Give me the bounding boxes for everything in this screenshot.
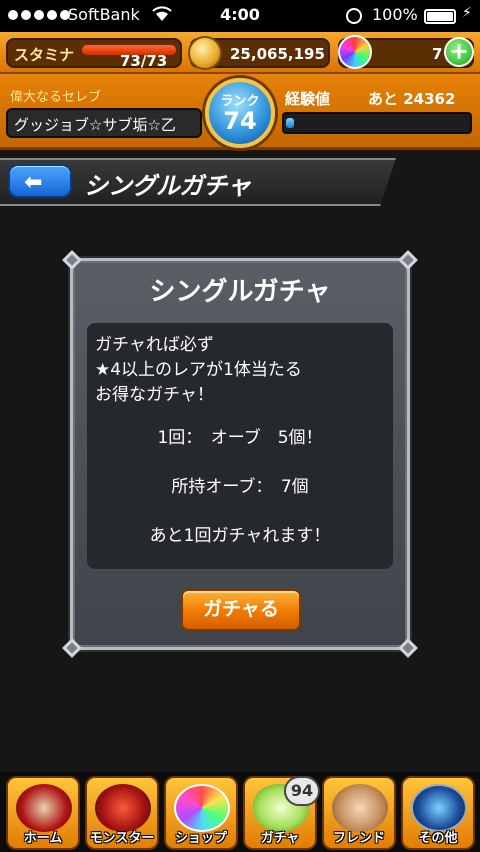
handshake-icon: [332, 784, 388, 832]
bottom-nav: ホーム モンスター ショップ ガチャ フレンド その他: [0, 772, 480, 852]
rotation-lock-icon: [346, 8, 362, 24]
exp-label: 経験値: [285, 90, 331, 108]
nav-friend[interactable]: フレンド: [322, 776, 396, 850]
resource-row: スタミナ 73/73 25,065,195 7 +: [0, 32, 480, 74]
remaining-pulls-text: あと1回ガチャれます！: [149, 526, 331, 546]
gacha-dialog: シングルガチャ ガチャれば必ず ★4以上のレアが1体当たる お得なガチャ！ 1回…: [62, 250, 418, 658]
dialog-title: シングルガチャ: [149, 277, 331, 307]
nav-label: ホーム: [23, 831, 63, 846]
exp-remaining: あと 24362: [368, 90, 456, 108]
home-icon: [16, 784, 72, 832]
description-line: ガチャれば必ず: [95, 335, 214, 355]
nav-label: ガチャ: [260, 831, 300, 846]
back-arrow-icon: ⬅: [24, 170, 43, 195]
shop-orb-icon: [174, 784, 230, 832]
battery-percent: 100%: [372, 5, 418, 24]
corner-ornament: [398, 250, 418, 270]
battery-icon: [424, 9, 456, 24]
gacha-notification-badge: 94: [284, 776, 320, 806]
nav-monster[interactable]: モンスター: [85, 776, 159, 850]
buy-orbs-button[interactable]: +: [444, 37, 474, 67]
stamina-label: スタミナ: [14, 46, 75, 64]
gacha-button[interactable]: ガチャる: [181, 589, 301, 631]
description-line: ★4以上のレアが1体当たる: [95, 360, 302, 380]
gold-coin-icon: [188, 36, 222, 70]
orb-icon: [338, 35, 372, 69]
other-icon: [411, 784, 467, 832]
rank-value: 74: [223, 107, 257, 135]
exp-bar-fill: [286, 118, 294, 128]
nav-label: フレンド: [332, 831, 385, 846]
exp-bar: [282, 112, 472, 134]
player-hud: スタミナ 73/73 25,065,195 7 + 偉大なるセレブ グッジョブ☆…: [0, 32, 480, 150]
rank-badge: ランク 74: [205, 78, 275, 148]
corner-ornament: [62, 250, 82, 270]
charging-icon: ⚡: [462, 5, 472, 21]
stamina-meter: スタミナ 73/73: [6, 38, 182, 70]
nav-other[interactable]: その他: [401, 776, 475, 850]
nav-label: ショップ: [174, 831, 227, 846]
description-line: お得なガチャ！: [95, 385, 214, 405]
nav-label: モンスター: [89, 831, 155, 846]
stamina-value: 73/73: [120, 52, 168, 70]
corner-ornament: [398, 638, 418, 658]
nav-home[interactable]: ホーム: [6, 776, 80, 850]
player-title: 偉大なるセレブ: [10, 90, 102, 105]
player-name: グッジョブ☆サブ垢☆乙: [6, 108, 202, 138]
monster-icon: [95, 784, 151, 832]
dialog-body: ガチャれば必ず ★4以上のレアが1体当たる お得なガチャ！ 1回： オーブ 5個…: [87, 323, 393, 569]
cost-text: 1回： オーブ 5個！: [157, 428, 323, 448]
gold-counter: 25,065,195: [188, 36, 330, 70]
orb-counter: 7 +: [338, 35, 474, 69]
status-bar: SoftBank 4:00 100% ⚡: [0, 0, 480, 32]
orb-value: 7: [432, 45, 443, 63]
nav-shop[interactable]: ショップ: [164, 776, 238, 850]
gold-value: 25,065,195: [230, 45, 325, 63]
corner-ornament: [62, 638, 82, 658]
page-title: シングルガチャ: [84, 172, 252, 200]
owned-orbs-text: 所持オーブ： 7個: [171, 477, 309, 497]
back-button[interactable]: ⬅: [8, 164, 72, 198]
nav-label: その他: [418, 831, 458, 846]
